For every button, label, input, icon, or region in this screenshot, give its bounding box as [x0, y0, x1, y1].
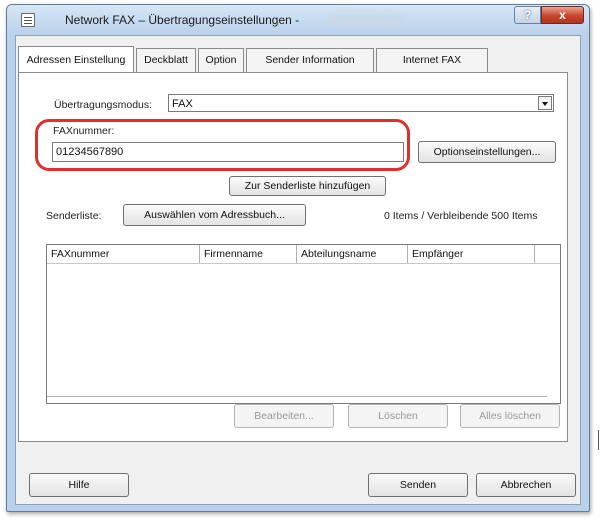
column-empfaenger[interactable]: Empfänger — [408, 245, 535, 263]
list-scroll-divider — [47, 396, 547, 397]
redacted-title-part — [327, 15, 403, 25]
help-button[interactable]: Hilfe — [29, 473, 129, 497]
send-button[interactable]: Senden — [368, 473, 468, 497]
title-bar[interactable]: Network FAX – Übertragungseinstellungen … — [7, 5, 589, 35]
tab-deckblatt[interactable]: Deckblatt — [136, 48, 196, 72]
fax-number-label: FAXnummer: — [53, 125, 115, 137]
add-to-senderlist-button[interactable]: Zur Senderliste hinzufügen — [229, 176, 386, 196]
edge-mark — [598, 430, 599, 450]
tab-adressen-einstellung[interactable]: Adressen Einstellung — [18, 46, 134, 72]
column-faxnummer[interactable]: FAXnummer — [47, 245, 200, 263]
sender-list[interactable]: FAXnummer Firmenname Abteilungsname Empf… — [46, 244, 561, 404]
column-abteilungsname[interactable]: Abteilungsname — [297, 245, 408, 263]
delete-button[interactable]: Löschen — [348, 404, 448, 428]
chevron-down-icon[interactable] — [538, 96, 552, 110]
senderlist-label: Senderliste: — [46, 210, 102, 222]
items-status: 0 Items / Verbleibende 500 Items — [384, 210, 538, 222]
options-settings-button[interactable]: Optionseinstellungen... — [418, 141, 556, 163]
fax-number-input[interactable]: 01234567890 — [52, 142, 404, 162]
column-firmenname[interactable]: Firmenname — [200, 245, 297, 263]
select-from-addressbook-button[interactable]: Auswählen vom Adressbuch... — [123, 204, 306, 226]
window-title: Network FAX – Übertragungseinstellungen … — [65, 13, 300, 27]
app-icon — [21, 13, 35, 27]
delete-all-button[interactable]: Alles löschen — [460, 404, 560, 428]
close-button[interactable]: x — [541, 6, 584, 24]
mode-label: Übertragungsmodus: — [54, 99, 153, 111]
tab-sender-information[interactable]: Sender Information — [246, 48, 374, 72]
mode-select[interactable]: FAX — [168, 94, 554, 112]
mode-select-value: FAX — [172, 98, 193, 110]
cancel-button[interactable]: Abbrechen — [476, 473, 576, 497]
edit-button[interactable]: Bearbeiten... — [234, 404, 334, 428]
tab-internet-fax[interactable]: Internet FAX — [376, 48, 488, 72]
tab-option[interactable]: Option — [198, 48, 244, 72]
help-title-button[interactable]: ? — [514, 6, 541, 24]
sender-list-header: FAXnummer Firmenname Abteilungsname Empf… — [47, 245, 560, 264]
